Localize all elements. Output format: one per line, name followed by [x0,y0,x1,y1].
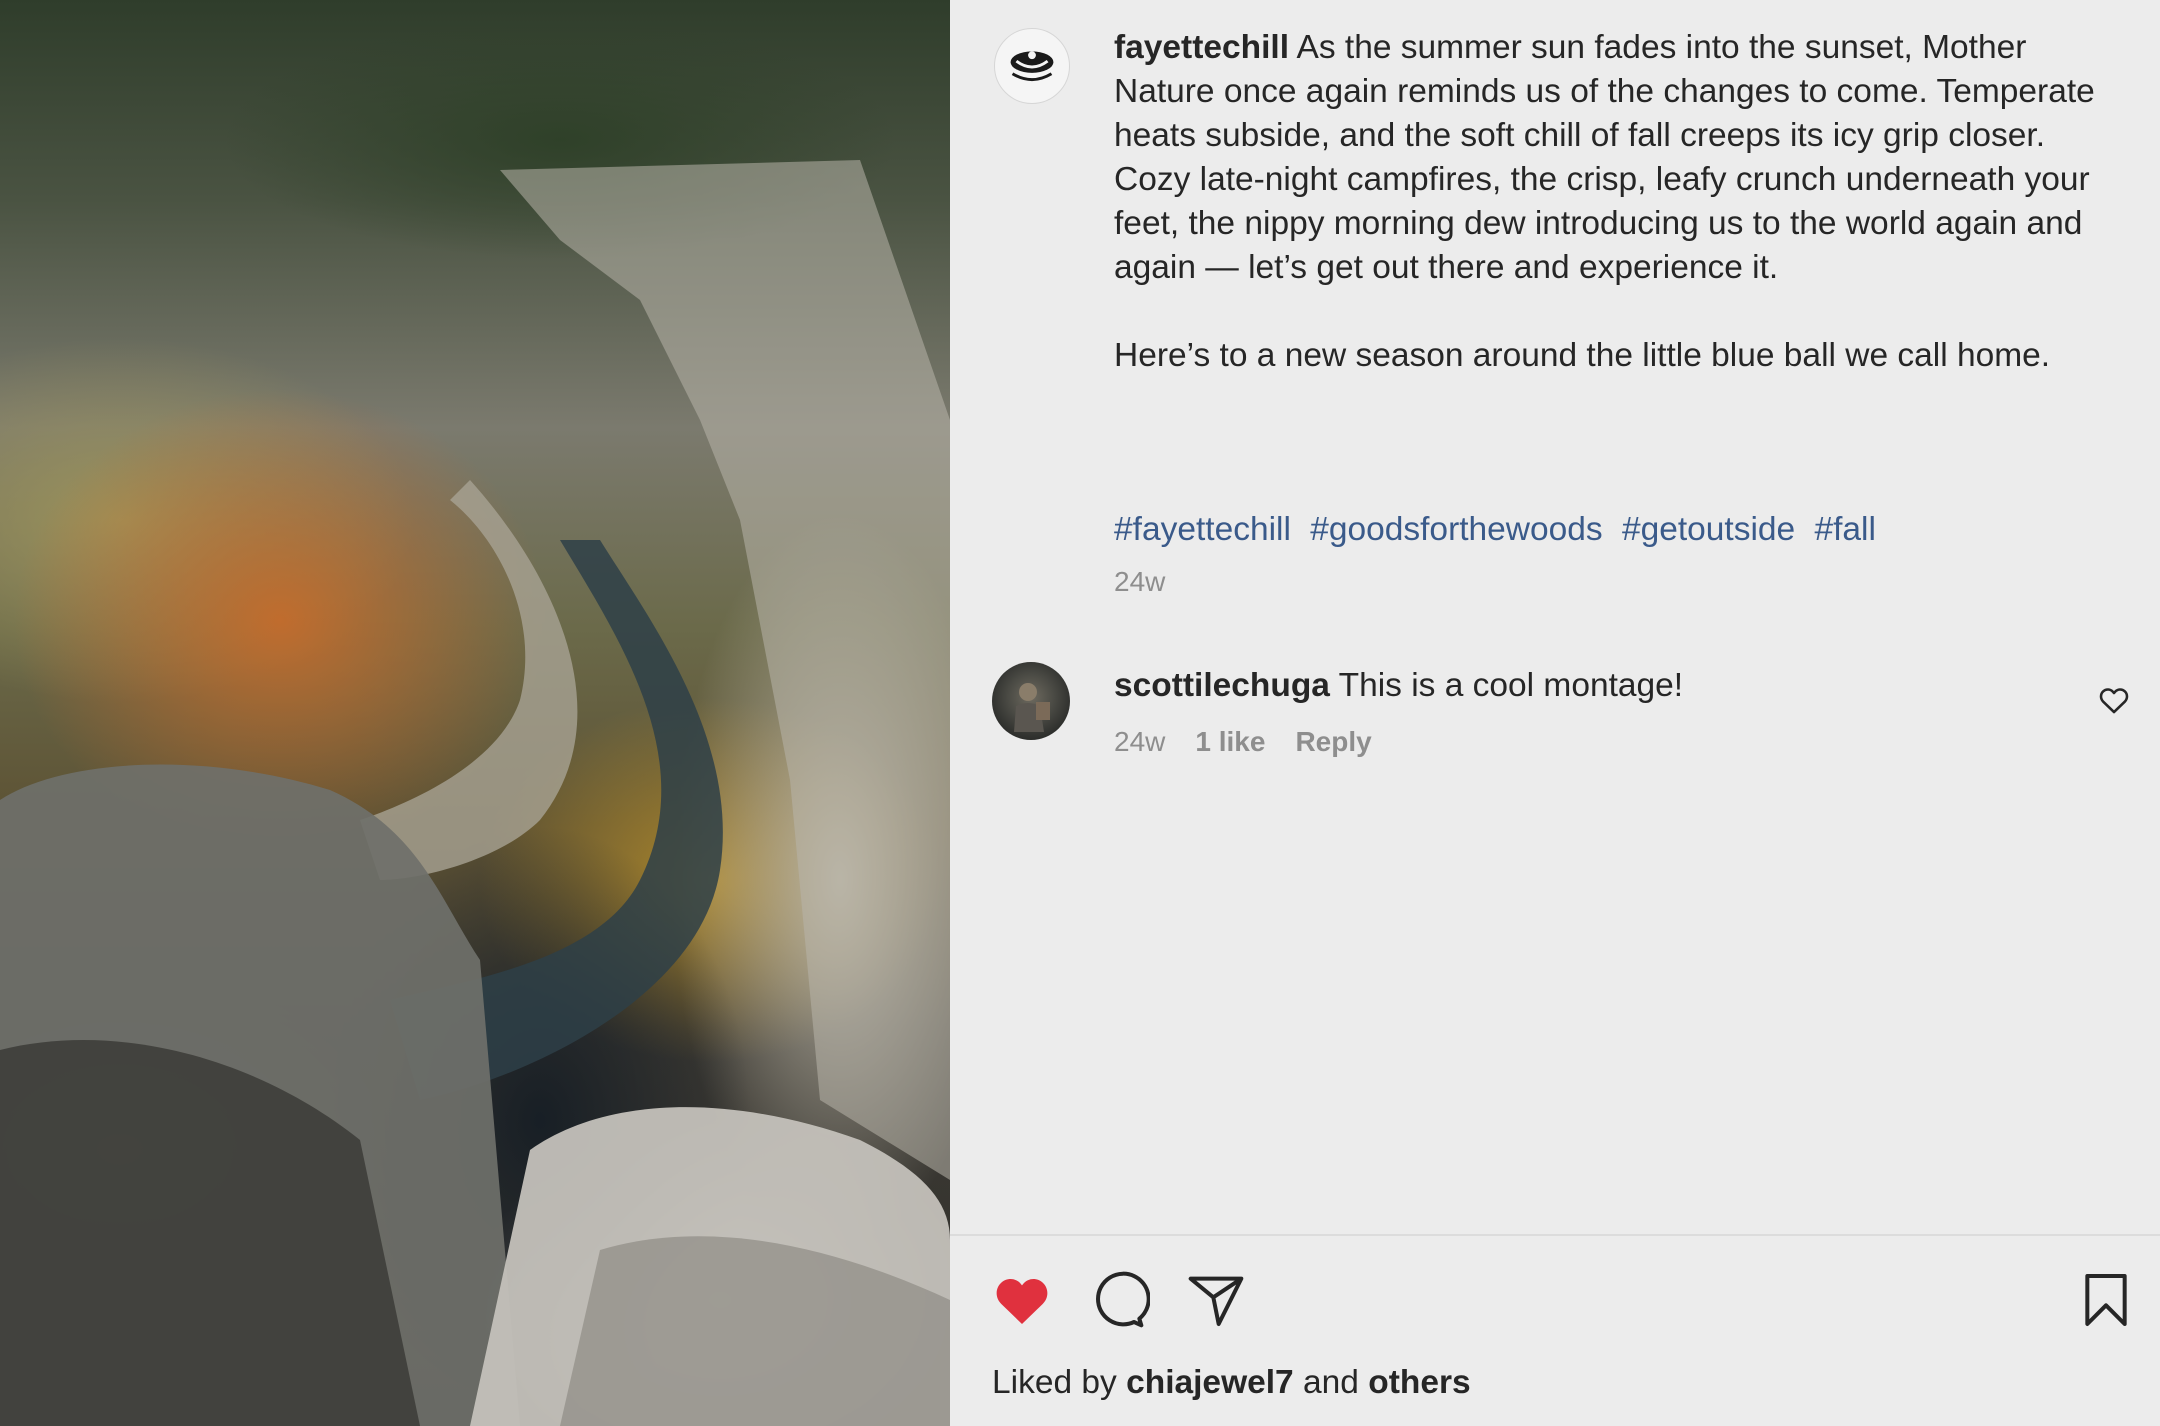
comment-likes-count[interactable]: 1 like [1195,726,1265,758]
hashtag-link[interactable]: #goodsforthewoods [1310,511,1602,548]
hashtag-link[interactable]: #fall [1814,511,1875,548]
comment-timestamp[interactable]: 24w [1114,726,1165,758]
post-photo[interactable] [0,0,950,1426]
comment-bubble-icon [1096,1271,1151,1328]
hashtag-link[interactable]: #fayettechill [1114,511,1291,548]
hashtag-link[interactable]: #getoutside [1622,511,1795,548]
heart-outline-icon [2099,688,2129,714]
liked-by-user[interactable]: chiajewel7 [1126,1364,1294,1401]
comment-like-button[interactable] [2097,683,2131,717]
paper-plane-icon [1188,1276,1244,1326]
reply-button[interactable]: Reply [1295,726,1371,758]
post-details-panel: fayettechill As the summer sun fades int… [950,0,2160,1426]
comment-text: This is a cool montage! [1338,667,1684,704]
bookmark-icon [2085,1274,2127,1326]
author-avatar[interactable] [994,28,1070,104]
likes-prefix: Liked by [992,1364,1117,1401]
author-username[interactable]: fayettechill [1114,29,1289,66]
post-timestamp[interactable]: 24w [1114,566,1165,598]
caption-text-2: Here’s to a new season around the little… [1114,337,2051,374]
share-button[interactable] [1184,1268,1248,1332]
likes-others-link[interactable]: others [1368,1364,1470,1401]
commenter-avatar[interactable] [992,662,1070,740]
commenter-username[interactable]: scottilechuga [1114,667,1330,704]
caption-text: As the summer sun fades into the sunset,… [1114,29,2095,286]
hashtag-list: #fayettechill #goodsforthewoods #getouts… [1114,508,1886,552]
divider [950,1234,2160,1236]
like-button[interactable] [990,1268,1054,1332]
person-photo-icon [1014,683,1050,732]
save-button[interactable] [2074,1268,2138,1332]
comment: scottilechuga This is a cool montage! [1114,664,2014,708]
likes-summary: Liked by chiajewel7 and others [992,1364,1471,1402]
fayettechill-logo-icon [1010,51,1054,82]
heart-filled-icon [996,1278,1048,1324]
likes-conjunction: and [1303,1364,1359,1401]
post-caption: fayettechill As the summer sun fades int… [1114,26,2114,378]
comment-meta: 24w 1 like Reply [1114,726,1372,758]
comment-button[interactable] [1086,1268,1151,1332]
